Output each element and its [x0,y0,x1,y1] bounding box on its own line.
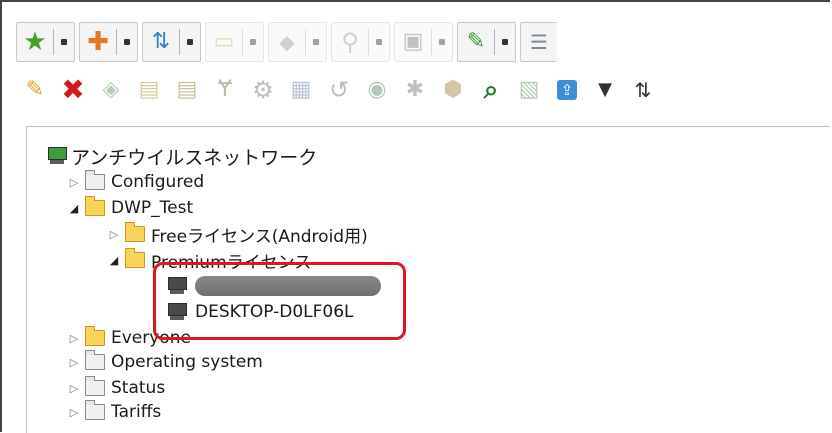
chevron-down-icon[interactable] [306,24,326,60]
tree-item-dwp-test[interactable]: ◢ DWP_Test [67,195,193,221]
inspect-button[interactable]: ⌕ [472,71,510,109]
card-icon-2: ▤ [176,77,198,102]
card-button[interactable]: ▤ [130,71,168,109]
monitor-icon: ▣ [402,29,424,54]
edit-icon: ✎ [466,29,486,54]
list-icon: ☰ [530,30,548,54]
shield-button[interactable]: ⬢ [434,71,472,109]
tree-root-label: アンチウイルスネットワーク [71,146,318,169]
undo-button[interactable]: ↺ [320,71,358,109]
chevron-down-icon[interactable] [180,24,200,60]
chevron-down-icon[interactable] [243,24,263,60]
inspect-icon: ⌕ [483,75,499,105]
upload-button[interactable]: ⇪ [548,71,586,109]
chevron-down-icon[interactable] [369,24,389,60]
collapse-icon[interactable]: ◢ [67,200,81,216]
expand-icon[interactable]: ▷ [67,330,81,346]
rename-button[interactable]: ✎ [16,71,54,109]
favorites-button[interactable]: ★ [16,22,75,62]
tag-icon: ◈ [102,77,120,102]
add-button[interactable]: ✚ [79,22,138,62]
undo-icon: ↺ [328,76,350,104]
network-icon [47,147,67,165]
chevron-down-icon[interactable] [117,24,137,60]
expand-icon[interactable]: ▷ [107,226,121,242]
tree-item-label: Configured [111,172,205,192]
filter-button[interactable]: ▼ [586,71,624,109]
folder-icon: ▭ [213,29,235,54]
collapse-icon[interactable]: ◢ [107,252,121,268]
tree-root[interactable]: アンチウイルスネットワーク [47,143,317,169]
main-toolbar: ★ ✚ ⇅ ▭ ◆ ⚲ ▣ ✎ ☰ [16,22,561,62]
plus-icon: ✚ [87,27,109,57]
component-button[interactable]: ◆ [268,22,327,62]
expand-icon[interactable]: ▷ [67,174,81,190]
pencil-icon: ✎ [25,77,45,102]
card-button-2[interactable]: ▤ [168,71,206,109]
virus-icon: ✱ [405,77,425,102]
folder-icon [85,350,105,370]
monitor-button[interactable]: ▣ [394,22,453,62]
folder-open-icon [125,248,145,268]
merge-button[interactable]: Ɏ [206,71,244,109]
action-toolbar: ✎ ✖ ◈ ▤ ▤ Ɏ ⚙ ▦ ↺ ◉ ✱ ⬢ ⌕ ▧ ⇪ ▼ ⇅ [16,70,662,110]
folder-icon [85,400,105,420]
sort-icon: ⇅ [634,78,652,102]
highlight-box [153,262,406,340]
expand-icon[interactable]: ▷ [67,404,81,420]
tree-item-configured[interactable]: ▷ Configured [67,169,204,195]
sort-button[interactable]: ⇅ [624,71,662,109]
tree-item-tariffs[interactable]: ▷ Tariffs [67,399,161,425]
report-icon: ▧ [518,77,540,102]
network-tree: アンチウイルスネットワーク ▷ Configured ◢ DWP_Test ▷ … [26,126,830,433]
shield-icon: ⬢ [443,77,463,102]
folder-open-icon [85,196,105,216]
expand-icon[interactable]: ▷ [67,354,81,370]
star-icon: ★ [23,27,47,57]
chevron-down-icon[interactable] [54,24,74,60]
tree-item-label: DWP_Test [111,198,194,218]
send-button[interactable]: ▦ [282,71,320,109]
send-icon: ▦ [290,77,312,102]
expand-icon[interactable]: ▷ [67,380,81,396]
search-button[interactable]: ⚲ [331,22,390,62]
edit-button[interactable]: ✎ [457,22,516,62]
folder-button[interactable]: ▭ [205,22,264,62]
folder-icon [85,376,105,396]
delete-icon: ✖ [61,73,85,106]
filter-icon: ▼ [598,79,612,100]
scan-button[interactable]: ◉ [358,71,396,109]
tree-item-status[interactable]: ▷ Status [67,375,165,401]
tree-item-label: Freeライセンス(Android用) [151,226,368,247]
folder-icon [85,326,105,346]
merge-icon: Ɏ [218,77,232,102]
report-button[interactable]: ▧ [510,71,548,109]
box-icon: ◆ [279,30,295,54]
chevron-down-icon[interactable] [432,24,452,60]
tree-item-free-license[interactable]: ▷ Freeライセンス(Android用) [107,221,368,247]
gear-icon: ⚙ [252,76,274,104]
tree-item-label: Operating system [111,352,263,372]
folder-icon [125,222,145,242]
list-button[interactable]: ☰ [520,22,557,62]
scan-icon: ◉ [367,77,387,102]
settings-button[interactable]: ⚙ [244,71,282,109]
upload-icon: ⇪ [557,80,577,100]
tree-item-label: Tariffs [111,402,162,422]
tag-button[interactable]: ◈ [92,71,130,109]
move-button[interactable]: ⇅ [142,22,201,62]
tree-item-operating-system[interactable]: ▷ Operating system [67,349,263,375]
search-icon: ⚲ [341,28,359,56]
card-icon: ▤ [138,77,160,102]
folder-icon [85,170,105,190]
delete-button[interactable]: ✖ [54,71,92,109]
virus-button[interactable]: ✱ [396,71,434,109]
arrows-icon: ⇅ [151,29,171,54]
tree-item-label: Status [111,378,166,398]
chevron-down-icon[interactable] [495,24,515,60]
